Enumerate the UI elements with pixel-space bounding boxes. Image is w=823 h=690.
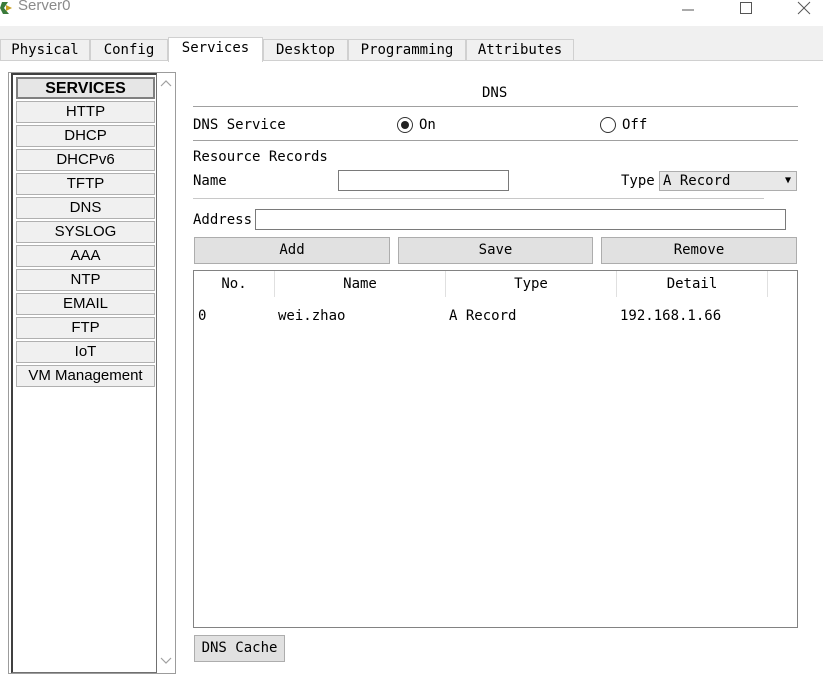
dns-off-label: Off <box>622 117 648 133</box>
dropdown-arrow-icon: ▼ <box>784 175 791 186</box>
dns-cache-button[interactable]: DNS Cache <box>194 635 285 662</box>
dns-on-label: On <box>419 117 436 133</box>
column-header-detail[interactable]: Detail <box>617 271 768 297</box>
name-label: Name <box>193 173 227 189</box>
title-bar: Server0 <box>0 0 823 26</box>
services-list-inner: SERVICES HTTP DHCP DHCPv6 TFTP DNS SYSLO… <box>11 73 157 673</box>
service-ftp[interactable]: FTP <box>16 317 155 339</box>
dns-section-title: DNS <box>482 85 508 101</box>
services-header: SERVICES <box>16 77 155 99</box>
service-http[interactable]: HTTP <box>16 101 155 123</box>
close-icon <box>797 1 811 15</box>
maximize-button[interactable] <box>726 0 766 20</box>
tab-programming[interactable]: Programming <box>348 39 466 61</box>
maximize-icon <box>740 2 752 14</box>
type-select[interactable]: A Record ▼ <box>659 171 797 191</box>
column-header-type[interactable]: Type <box>446 271 617 297</box>
dns-on-radio[interactable] <box>397 117 413 133</box>
save-button[interactable]: Save <box>398 237 593 264</box>
tab-physical[interactable]: Physical <box>0 39 90 61</box>
service-syslog[interactable]: SYSLOG <box>16 221 155 243</box>
add-button[interactable]: Add <box>194 237 390 264</box>
remove-button[interactable]: Remove <box>601 237 797 264</box>
scroll-down-icon[interactable] <box>160 655 172 667</box>
app-icon <box>0 2 12 14</box>
minimize-icon <box>682 9 694 11</box>
tab-content-border <box>0 60 823 61</box>
service-tftp[interactable]: TFTP <box>16 173 155 195</box>
tab-desktop[interactable]: Desktop <box>263 39 348 61</box>
divider <box>193 198 764 199</box>
close-button[interactable] <box>784 0 823 20</box>
service-vm-management[interactable]: VM Management <box>16 365 155 387</box>
tab-config[interactable]: Config <box>90 39 168 61</box>
tab-services[interactable]: Services <box>168 37 263 62</box>
cell-detail: 192.168.1.66 <box>620 308 722 324</box>
column-header-no[interactable]: No. <box>194 271 275 297</box>
name-input[interactable] <box>338 170 509 191</box>
address-input[interactable] <box>255 209 786 230</box>
cell-no: 0 <box>198 308 207 324</box>
dns-records-table: No. Name Type Detail 0 wei.zhao A Record… <box>193 270 798 628</box>
service-aaa[interactable]: AAA <box>16 245 155 267</box>
address-label: Address <box>193 212 253 228</box>
service-email[interactable]: EMAIL <box>16 293 155 315</box>
service-dhcpv6[interactable]: DHCPv6 <box>16 149 155 171</box>
tab-bar: Physical Config Services Desktop Program… <box>0 26 823 62</box>
divider <box>193 106 798 107</box>
service-dns[interactable]: DNS <box>16 197 155 219</box>
services-list: SERVICES HTTP DHCP DHCPv6 TFTP DNS SYSLO… <box>8 72 176 674</box>
window-title: Server0 <box>18 0 71 14</box>
dns-off-radio[interactable] <box>600 117 616 133</box>
resource-records-label: Resource Records <box>193 149 328 165</box>
type-select-value: A Record <box>663 173 731 189</box>
cell-name: wei.zhao <box>278 308 346 324</box>
service-ntp[interactable]: NTP <box>16 269 155 291</box>
minimize-button[interactable] <box>668 0 708 20</box>
tab-attributes[interactable]: Attributes <box>466 39 574 61</box>
services-scrollbar[interactable] <box>157 73 174 673</box>
service-iot[interactable]: IoT <box>16 341 155 363</box>
scroll-up-icon[interactable] <box>160 77 172 89</box>
cell-type: A Record <box>449 308 517 324</box>
service-dhcp[interactable]: DHCP <box>16 125 155 147</box>
type-label: Type <box>621 173 655 189</box>
column-header-name[interactable]: Name <box>275 271 446 297</box>
divider <box>193 140 798 141</box>
dns-service-label: DNS Service <box>193 117 286 133</box>
